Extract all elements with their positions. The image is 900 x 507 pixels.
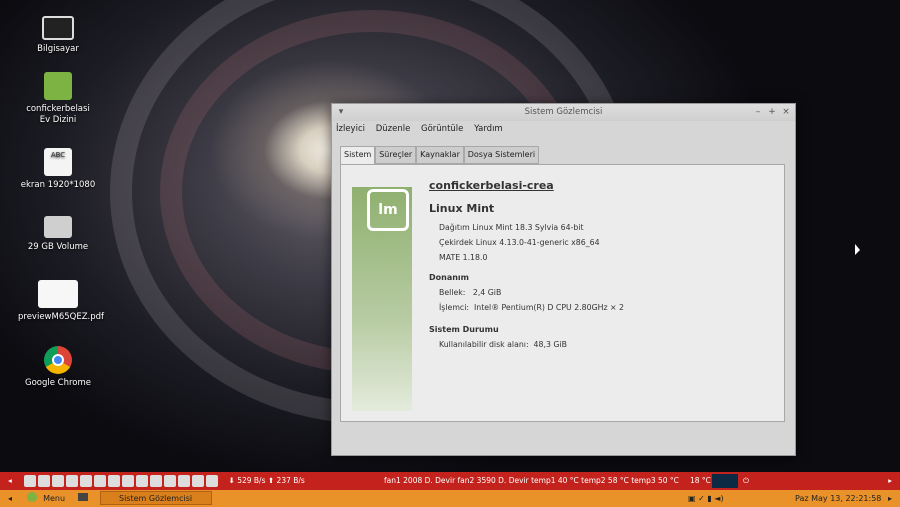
desktop-icon-label: ekran 1920*1080	[20, 180, 96, 190]
menu-button[interactable]: Menu	[43, 494, 65, 503]
desktop-icon-label: Google Chrome	[24, 378, 92, 388]
desktop-icon-label: 29 GB Volume	[27, 242, 89, 252]
window-menu-icon[interactable]: ▾	[334, 104, 348, 121]
weather-temp: 18 °C	[690, 476, 711, 485]
linux-mint-logo-icon: lm	[367, 189, 409, 231]
launcher-icon[interactable]	[24, 475, 37, 487]
launcher-icon[interactable]	[122, 475, 135, 487]
window-titlebar[interactable]: ▾ Sistem Gözlemcisi – + ×	[332, 104, 795, 121]
taskbar-button-label: Sistem Gözlemcisi	[119, 494, 193, 503]
menu-item-monitor[interactable]: İzleyici	[336, 124, 365, 134]
hostname: confickerbelasi-crea	[429, 179, 554, 192]
clock[interactable]: Paz May 13, 22:21:58	[795, 490, 881, 507]
panel-left-arrow-icon[interactable]: ◂	[8, 476, 12, 485]
desktop-icon-volume[interactable]: 29 GB Volume	[18, 216, 98, 253]
launcher-icon[interactable]	[206, 475, 219, 487]
desktop-icon-pdf[interactable]: previewM65QEZ.pdf	[18, 280, 105, 323]
cpu-graph	[712, 474, 738, 488]
minimize-icon[interactable]: –	[751, 104, 765, 121]
pdf-file-icon	[38, 280, 78, 308]
sensor-readout: fan1 2008 D. Devir fan2 3590 D. Devir te…	[384, 476, 679, 485]
launcher-icon[interactable]	[192, 475, 205, 487]
menu-item-help[interactable]: Yardım	[474, 124, 503, 134]
desktop-icon-computer[interactable]: Bilgisayar	[18, 16, 98, 55]
close-icon[interactable]: ×	[779, 104, 793, 121]
launcher-icon[interactable]	[178, 475, 191, 487]
home-folder-icon	[44, 72, 72, 100]
launcher-icon[interactable]	[108, 475, 121, 487]
taskbar-button[interactable]: Sistem Gözlemcisi	[100, 491, 212, 505]
launcher-icon[interactable]	[94, 475, 107, 487]
system-info: confickerbelasi-crea Linux Mint Dağıtım …	[429, 179, 624, 352]
desktop-icon-home[interactable]: confickerbelasi Ev Dizini	[18, 72, 98, 126]
mouse-cursor-icon	[855, 244, 860, 255]
launcher-icons	[24, 472, 220, 490]
show-desktop-icon[interactable]	[77, 493, 88, 501]
launcher-icon[interactable]	[38, 475, 51, 487]
tray-icons: ▣ ✓ ▮ ◄)	[688, 494, 724, 503]
menubar: İzleyici Düzenle Görüntüle Yardım	[332, 121, 795, 137]
tab-processes[interactable]: Süreçler	[375, 146, 417, 164]
chrome-icon	[44, 346, 72, 374]
tab-bar: Sistem Süreçler Kaynaklar Dosya Sistemle…	[340, 146, 540, 165]
os-kernel: Çekirdek Linux 4.13.0-41-generic x86_64	[439, 238, 600, 247]
status-heading: Sistem Durumu	[429, 325, 499, 334]
desktop-icon-chrome[interactable]: Google Chrome	[18, 346, 98, 389]
mint-banner: lm	[352, 187, 412, 411]
computer-icon	[42, 16, 74, 40]
os-distribution: Dağıtım Linux Mint 18.3 Sylvia 64-bit	[439, 223, 584, 232]
mint-menu-icon	[26, 492, 37, 502]
panel-right-arrow-icon[interactable]: ▸	[888, 490, 892, 507]
desktop-icon-label: Bilgisayar	[37, 44, 79, 54]
bottom-panel: ◂ Menu Sistem Gözlemcisi ▣ ✓ ▮ ◄) Paz Ma…	[0, 490, 900, 507]
tab-resources[interactable]: Kaynaklar	[416, 146, 464, 164]
hardware-processor: İşlemci: Intel® Pentium(R) D CPU 2.80GHz…	[439, 303, 625, 312]
drive-icon	[44, 216, 72, 238]
text-file-icon: ABC	[44, 148, 72, 176]
hardware-memory: Bellek: 2,4 GiB	[439, 288, 502, 297]
menu-item-view[interactable]: Görüntüle	[421, 124, 463, 134]
launcher-icon[interactable]	[136, 475, 149, 487]
launcher-icon[interactable]	[80, 475, 93, 487]
system-panel: lm confickerbelasi-crea Linux Mint Dağıt…	[340, 164, 785, 422]
os-name: Linux Mint	[429, 202, 495, 215]
system-monitor-window: ▾ Sistem Gözlemcisi – + × İzleyici Düzen…	[331, 103, 796, 456]
maximize-icon[interactable]: +	[765, 104, 779, 121]
desktop-icon-label: confickerbelasi Ev Dizini	[26, 104, 90, 125]
panel-right-arrow-icon[interactable]: ▸	[888, 472, 892, 490]
launcher-icon[interactable]	[150, 475, 163, 487]
os-desktop: MATE 1.18.0	[439, 253, 488, 262]
desktop-icon-label: previewM65QEZ.pdf	[18, 312, 105, 322]
desktop-icon-text[interactable]: ABC ekran 1920*1080	[18, 148, 98, 191]
power-icon[interactable]: ⏻	[743, 472, 749, 490]
tab-system[interactable]: Sistem	[340, 146, 376, 165]
menu-item-edit[interactable]: Düzenle	[376, 124, 411, 134]
top-panel: ◂ ⬇ 529 B/s ⬆ 237 B/s fan1 2008 D. Devir…	[0, 472, 900, 490]
hardware-heading: Donanım	[429, 273, 470, 282]
launcher-icon[interactable]	[66, 475, 79, 487]
launcher-icon[interactable]	[164, 475, 177, 487]
status-disk-space: Kullanılabilir disk alanı: 48,3 GiB	[439, 340, 567, 349]
panel-left-arrow-icon[interactable]: ◂	[8, 494, 12, 503]
window-title: Sistem Gözlemcisi	[524, 107, 603, 117]
tab-file-systems[interactable]: Dosya Sistemleri	[463, 146, 540, 164]
launcher-icon[interactable]	[52, 475, 65, 487]
network-speed: ⬇ 529 B/s ⬆ 237 B/s	[228, 476, 305, 485]
